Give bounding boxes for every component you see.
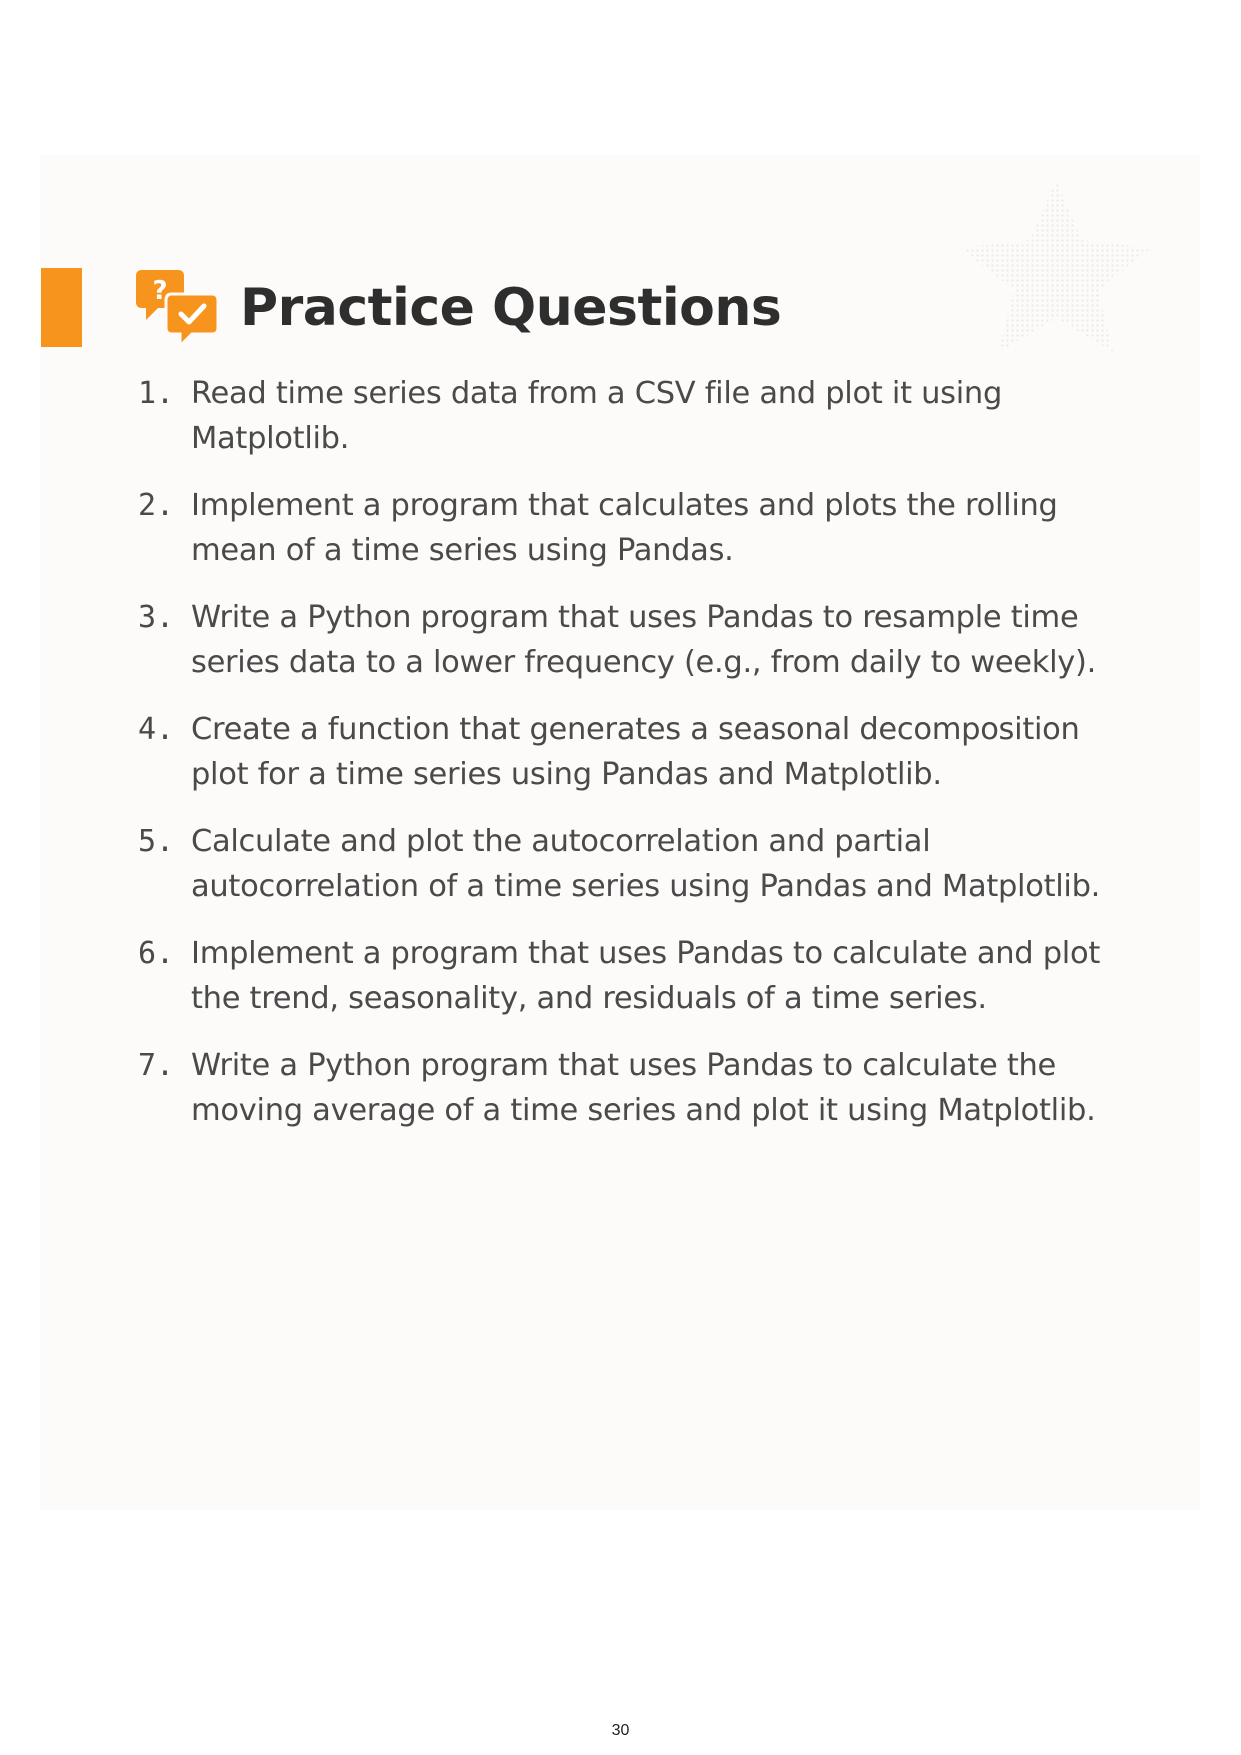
- question-text: Calculate and plot the autocorrelation a…: [191, 824, 1101, 904]
- question-text: Read time series data from a CSV file an…: [191, 376, 1003, 456]
- question-number: 2.: [138, 488, 175, 523]
- question-text: Write a Python program that uses Pandas …: [191, 600, 1097, 680]
- question-number: 3.: [138, 600, 175, 635]
- question-number: 7.: [138, 1048, 175, 1083]
- question-item: 7. Write a Python program that uses Pand…: [138, 1043, 1118, 1133]
- question-item: 3. Write a Python program that uses Pand…: [138, 595, 1118, 685]
- question-number: 1.: [138, 376, 175, 411]
- question-item: 6. Implement a program that uses Pandas …: [138, 931, 1118, 1021]
- question-item: 4. Create a function that generates a se…: [138, 707, 1118, 797]
- question-number: 4.: [138, 712, 175, 747]
- question-text: Implement a program that uses Pandas to …: [191, 936, 1100, 1016]
- question-text: Implement a program that calculates and …: [191, 488, 1058, 568]
- question-item: 2. Implement a program that calculates a…: [138, 483, 1118, 573]
- page-title: Practice Questions: [240, 278, 782, 338]
- star-watermark-icon: [961, 180, 1151, 352]
- question-text: Create a function that generates a seaso…: [191, 712, 1080, 792]
- question-item: 1. Read time series data from a CSV file…: [138, 371, 1118, 461]
- section-accent-bar: [41, 268, 82, 347]
- page-number: 30: [611, 1722, 630, 1739]
- practice-question-list: 1. Read time series data from a CSV file…: [138, 371, 1118, 1155]
- question-item: 5. Calculate and plot the autocorrelatio…: [138, 819, 1118, 909]
- question-number: 6.: [138, 936, 175, 971]
- question-answer-chat-icon: ?: [136, 270, 220, 348]
- question-number: 5.: [138, 824, 175, 859]
- question-text: Write a Python program that uses Pandas …: [191, 1048, 1096, 1128]
